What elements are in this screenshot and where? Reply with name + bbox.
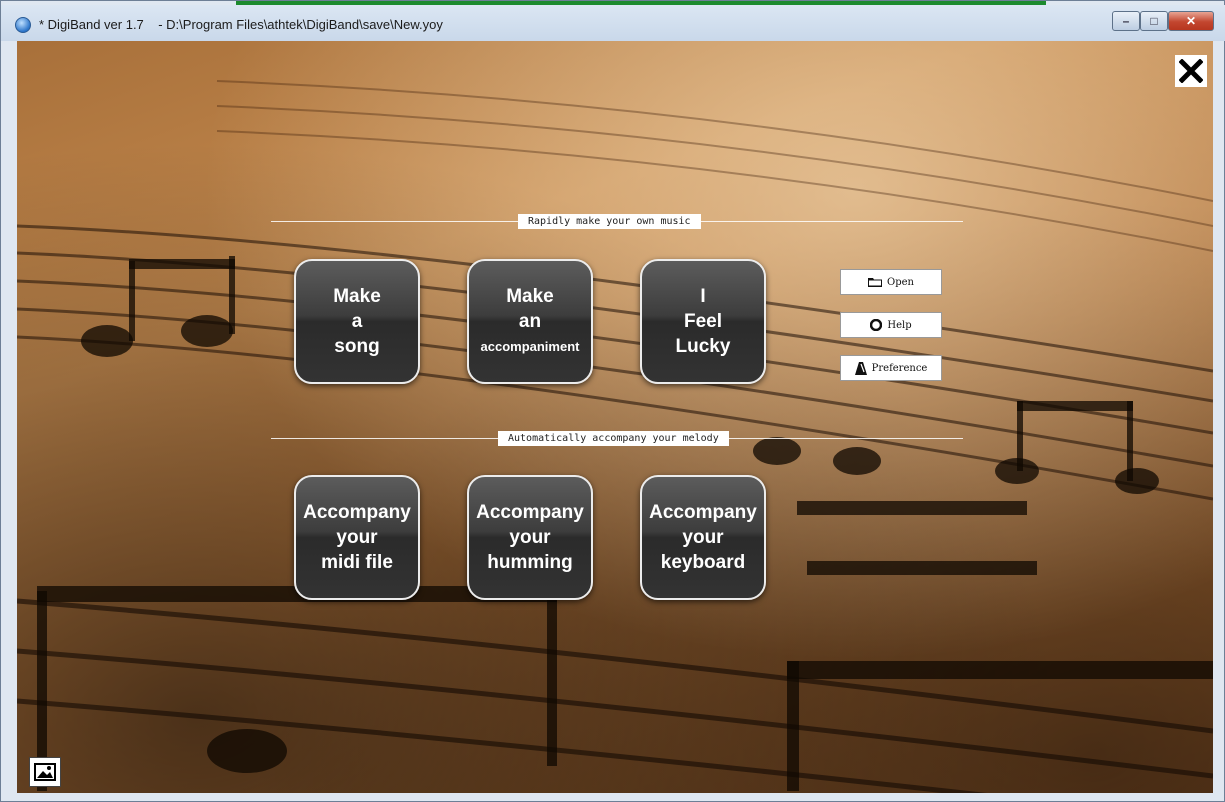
- button-line: midi file: [321, 552, 393, 573]
- button-line: song: [334, 336, 380, 357]
- metronome-icon: [854, 361, 867, 375]
- button-line: your: [509, 527, 551, 548]
- make-a-song-button[interactable]: Make a song: [294, 259, 420, 384]
- i-feel-lucky-button[interactable]: I Feel Lucky: [640, 259, 766, 384]
- button-line: Accompany: [649, 502, 757, 523]
- folder-icon: [868, 277, 883, 287]
- button-line: a: [351, 311, 363, 332]
- button-line: an: [518, 311, 542, 332]
- window-title: * DigiBand ver 1.7 - D:\Program Files\at…: [39, 17, 443, 32]
- image-icon[interactable]: [29, 757, 61, 787]
- app-window: * DigiBand ver 1.7 - D:\Program Files\at…: [0, 0, 1225, 802]
- main-panel: Rapidly make your own music Make a song …: [17, 41, 1213, 793]
- preference-label: Preference: [871, 362, 928, 374]
- open-label: Open: [887, 276, 914, 288]
- app-globe-icon[interactable]: [15, 17, 31, 33]
- accompany-humming-button[interactable]: Accompany your humming: [467, 475, 593, 600]
- button-line: humming: [487, 552, 573, 573]
- button-line: Make: [506, 286, 554, 307]
- help-label: Help: [887, 319, 912, 331]
- button-line: your: [682, 527, 724, 548]
- button-line: Accompany: [476, 502, 584, 523]
- accompany-midi-file-button[interactable]: Accompany your midi file: [294, 475, 420, 600]
- button-line: Lucky: [675, 336, 731, 357]
- button-line: Accompany: [303, 502, 411, 523]
- accompany-section-label: Automatically accompany your melody: [498, 431, 729, 446]
- title-bar[interactable]: * DigiBand ver 1.7 - D:\Program Files\at…: [1, 5, 1225, 41]
- button-line: keyboard: [660, 552, 746, 573]
- button-line: Make: [333, 286, 381, 307]
- button-line: your: [336, 527, 378, 548]
- help-button[interactable]: Help: [840, 312, 942, 338]
- button-line: Feel: [683, 311, 722, 332]
- lifebuoy-icon: [870, 319, 883, 331]
- minimize-button[interactable]: –: [1112, 11, 1140, 31]
- make-an-accompaniment-button[interactable]: Make an accompaniment: [467, 259, 593, 384]
- close-x-icon[interactable]: [1175, 55, 1207, 87]
- sheet-music-background: [17, 80, 1213, 793]
- make-section-label: Rapidly make your own music: [518, 214, 701, 229]
- preference-button[interactable]: Preference: [840, 355, 942, 381]
- maximize-button[interactable]: □: [1140, 11, 1168, 31]
- window-close-button[interactable]: ✕: [1168, 11, 1214, 31]
- button-line: I: [700, 286, 706, 307]
- button-line: accompaniment: [480, 339, 580, 354]
- open-button[interactable]: Open: [840, 269, 942, 295]
- accompany-keyboard-button[interactable]: Accompany your keyboard: [640, 475, 766, 600]
